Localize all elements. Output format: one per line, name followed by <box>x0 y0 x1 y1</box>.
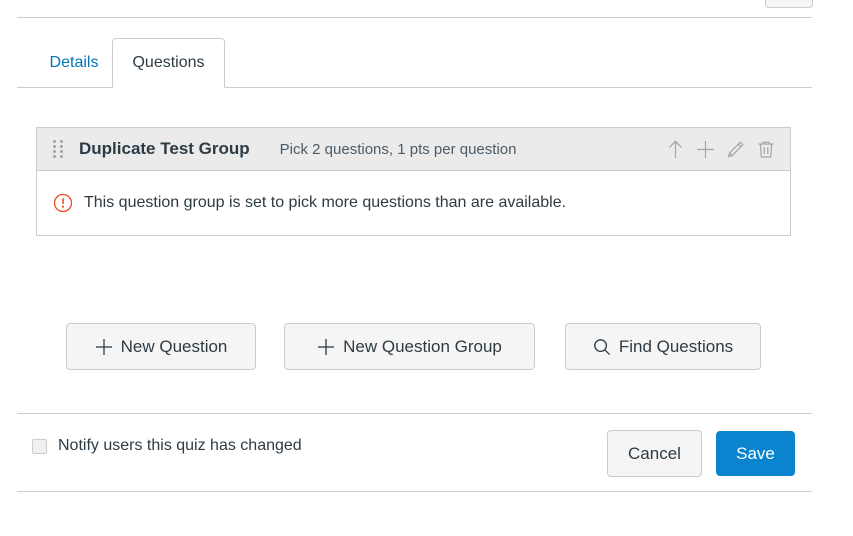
plus-icon <box>95 338 113 356</box>
arrow-up-icon[interactable] <box>665 139 686 160</box>
checkbox-box[interactable] <box>32 438 47 454</box>
new-question-button[interactable]: New Question <box>66 323 256 370</box>
find-questions-button-label: Find Questions <box>618 336 734 356</box>
tab-questions[interactable]: Questions <box>112 38 225 88</box>
tab-bar: Details Questions <box>17 38 812 88</box>
question-group-card: Duplicate Test Group Pick 2 questions, 1… <box>36 127 791 236</box>
question-group-title: Duplicate Test Group <box>79 139 250 158</box>
tab-details-label: Details <box>49 54 99 71</box>
question-group-meta: Pick 2 questions, 1 pts per question <box>279 140 517 158</box>
top-divider <box>17 17 812 18</box>
pencil-icon[interactable] <box>725 139 746 160</box>
save-button-label: Save <box>736 443 775 463</box>
new-question-group-button-label: New Question Group <box>343 336 502 356</box>
notify-users-label: Notify users this quiz has changed <box>58 437 302 454</box>
question-actions-row: New Question New Question Group Find Que… <box>66 323 761 370</box>
notify-users-checkbox[interactable]: Notify users this quiz has changed <box>32 437 302 455</box>
search-icon <box>593 338 611 356</box>
tab-details[interactable]: Details <box>35 38 113 88</box>
new-question-group-button[interactable]: New Question Group <box>284 323 535 370</box>
drag-handle-icon[interactable] <box>53 140 63 158</box>
save-button[interactable]: Save <box>716 431 795 476</box>
cancel-button[interactable]: Cancel <box>607 430 702 477</box>
plus-icon <box>317 338 335 356</box>
trash-icon[interactable] <box>755 139 776 160</box>
footer-buttons: Cancel Save <box>607 430 795 477</box>
top-overflow-button[interactable] <box>765 0 813 8</box>
plus-icon[interactable] <box>695 139 716 160</box>
new-question-button-label: New Question <box>120 336 228 356</box>
footer-bottom-divider <box>17 491 812 492</box>
warning-circle-icon <box>53 193 73 213</box>
cancel-button-label: Cancel <box>628 443 681 463</box>
question-group-actions <box>665 139 776 160</box>
question-group-warning: This question group is set to pick more … <box>53 193 566 213</box>
find-questions-button[interactable]: Find Questions <box>565 323 761 370</box>
question-group-warning-text: This question group is set to pick more … <box>84 194 567 211</box>
question-group-body: This question group is set to pick more … <box>37 171 790 235</box>
question-group-header: Duplicate Test Group Pick 2 questions, 1… <box>37 128 790 171</box>
tab-questions-label: Questions <box>132 54 205 71</box>
footer-top-divider <box>17 413 812 414</box>
